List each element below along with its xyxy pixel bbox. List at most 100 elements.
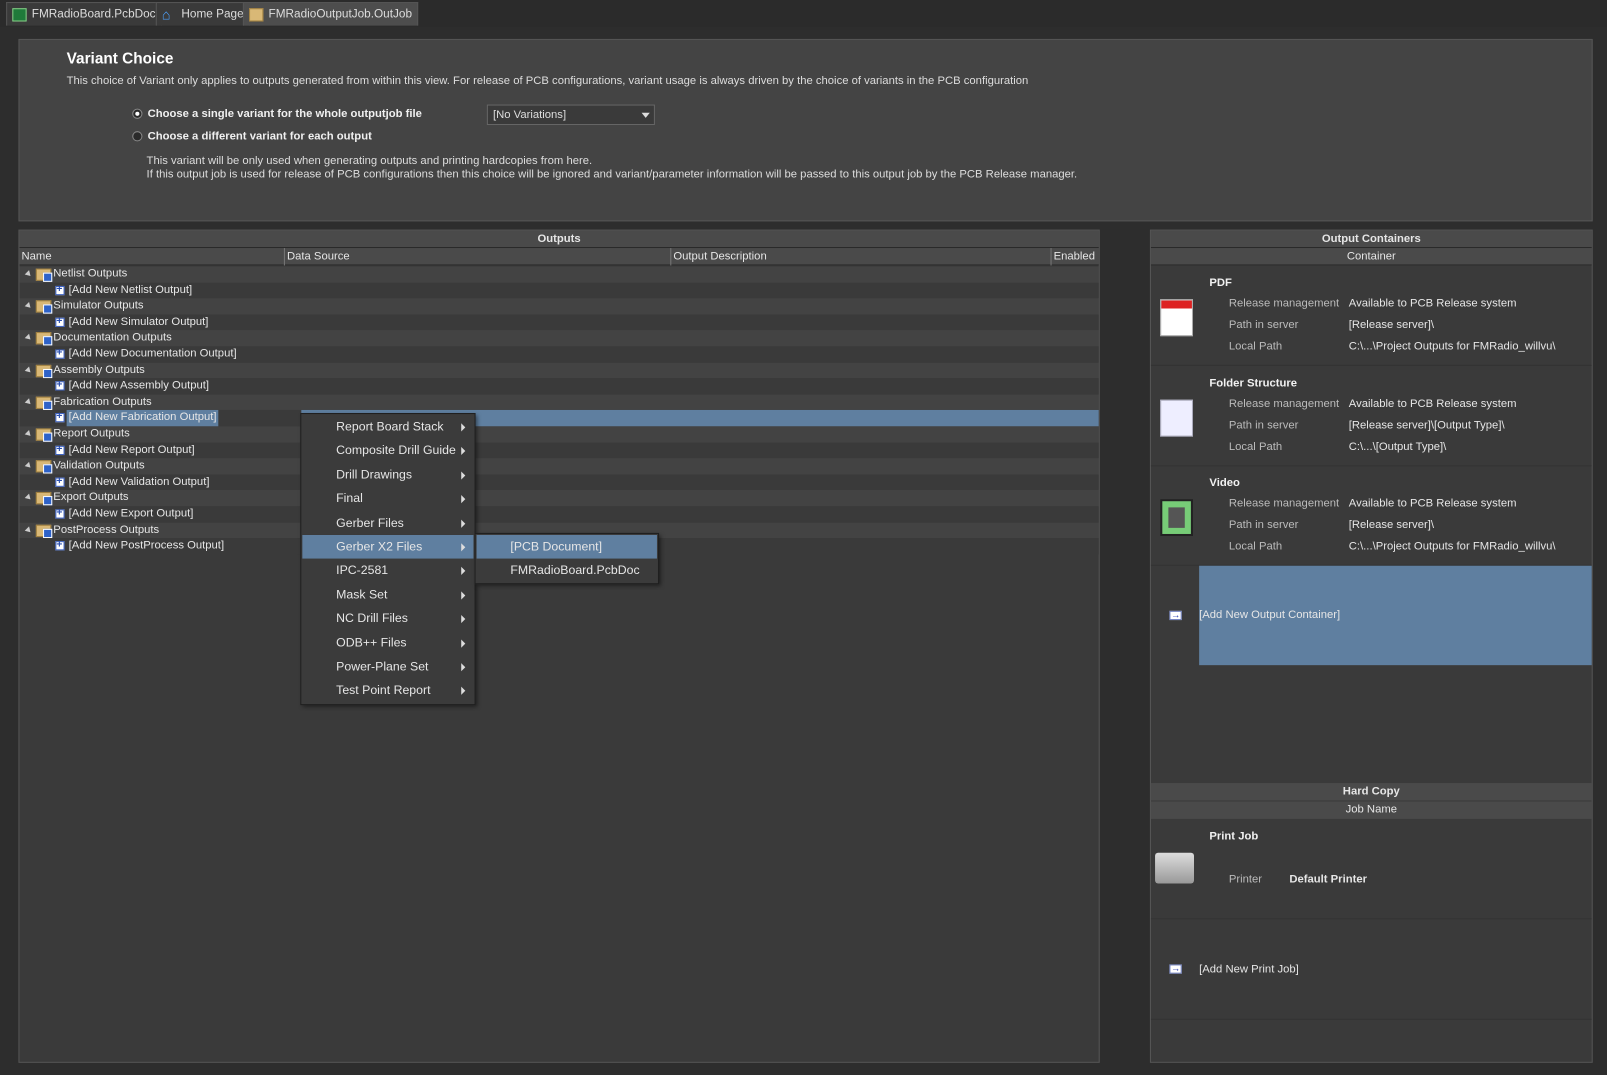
output-group-row[interactable]: Report Outputs (19, 426, 1099, 443)
tab-label: FMRadioOutputJob.OutJob (268, 8, 413, 21)
add-output-row[interactable]: [Add New Documentation Output] (19, 345, 1099, 363)
add-output-link[interactable]: [Add New Simulator Output] (67, 314, 211, 330)
radio-each-variant[interactable] (132, 131, 143, 142)
printer-label: Printer (1228, 873, 1263, 886)
menu-item[interactable]: Gerber X2 Files (302, 534, 474, 559)
add-arrow-icon: → (1169, 609, 1182, 621)
option-single-label[interactable]: Choose a single variant for the whole ou… (148, 108, 422, 120)
menu-item-label: Gerber X2 Files (336, 539, 423, 554)
output-group-row[interactable]: Fabrication Outputs (19, 394, 1099, 411)
add-print-job-row[interactable]: → [Add New Print Job] (1150, 920, 1592, 1020)
submenu-item-pcb-document[interactable]: [PCB Document] (476, 534, 657, 559)
add-output-link[interactable]: [Add New Assembly Output] (67, 378, 211, 394)
column-enabled[interactable]: Enabled (1050, 248, 1095, 266)
add-output-link[interactable]: [Add New Validation Output] (67, 474, 212, 490)
variant-select[interactable]: [No Variations] (486, 104, 655, 126)
menu-item[interactable]: Test Point Report (302, 679, 473, 703)
add-output-link[interactable]: [Add New Report Output] (67, 442, 197, 458)
submenu-arrow-icon (461, 567, 466, 576)
collapse-triangle-icon[interactable] (24, 398, 33, 407)
collapse-triangle-icon[interactable] (24, 366, 33, 375)
release-label: Release management (1228, 497, 1340, 510)
add-icon (55, 409, 65, 425)
collapse-triangle-icon[interactable] (24, 302, 33, 311)
menu-item[interactable]: Power-Plane Set (302, 655, 473, 679)
menu-item-label: NC Drill Files (336, 611, 408, 626)
menu-item[interactable]: Gerber Files (302, 511, 473, 535)
container-name: Video (1209, 476, 1240, 489)
radio-single-variant[interactable] (132, 108, 143, 119)
submenu-item-fmradioboard[interactable]: FMRadioBoard.PcbDoc (477, 559, 657, 583)
output-container-row[interactable]: Video Release management Available to PC… (1150, 466, 1592, 566)
add-output-row[interactable]: [Add New Report Output] (19, 441, 1099, 459)
print-job-title: Print Job (1209, 830, 1259, 843)
add-print-job[interactable]: [Add New Print Job] (1199, 963, 1299, 975)
output-group-row[interactable]: Assembly Outputs (19, 362, 1099, 379)
output-container-row[interactable]: Folder Structure Release management Avai… (1150, 366, 1592, 466)
context-menu: Report Board Stack Composite Drill Guide D… (300, 413, 476, 706)
collapse-triangle-icon[interactable] (24, 462, 33, 470)
add-output-link[interactable]: [Add New Export Output] (67, 506, 196, 522)
add-output-row[interactable]: [Add New Fabrication Output] (19, 409, 1099, 427)
collapse-triangle-icon[interactable] (24, 525, 33, 534)
option-each-label[interactable]: Choose a different variant for each outp… (148, 130, 372, 142)
release-label: Release management (1228, 297, 1340, 310)
menu-item[interactable]: Mask Set (302, 583, 473, 607)
output-container-row[interactable]: PDF Release management Available to PCB … (1150, 266, 1592, 366)
menu-item[interactable]: NC Drill Files (302, 607, 473, 631)
menu-item[interactable]: ODB++ Files (302, 631, 473, 655)
output-group-row[interactable]: Documentation Outputs (19, 330, 1099, 347)
column-output-description[interactable]: Output Description (670, 248, 767, 266)
pcb-icon (12, 7, 27, 22)
collapse-triangle-icon[interactable] (24, 430, 33, 439)
add-output-row[interactable]: [Add New Assembly Output] (19, 377, 1099, 395)
tab-home-page[interactable]: ⌂ Home Page (155, 2, 250, 26)
folder-icon (35, 364, 53, 378)
add-icon (55, 345, 65, 361)
path-server-label: Path in server (1228, 418, 1299, 431)
add-output-link[interactable]: [Add New PostProcess Output] (67, 538, 227, 554)
add-output-row[interactable]: [Add New Simulator Output] (19, 313, 1099, 331)
add-output-container[interactable]: [Add New Output Container] (1199, 565, 1592, 666)
video-icon (1160, 499, 1193, 537)
variant-select-value: [No Variations] (492, 108, 567, 121)
add-output-row[interactable]: [Add New Validation Output] (19, 473, 1099, 491)
printer-value: Default Printer (1289, 873, 1368, 886)
collapse-triangle-icon[interactable] (24, 334, 33, 343)
submenu-arrow-icon (461, 687, 466, 696)
column-data-source[interactable]: Data Source (283, 248, 350, 266)
add-output-row[interactable]: [Add New Netlist Output] (19, 281, 1099, 299)
menu-item-label: ODB++ Files (336, 635, 407, 650)
add-output-link[interactable]: [Add New Netlist Output] (67, 282, 195, 298)
menu-item[interactable]: Drill Drawings (302, 463, 473, 487)
tab-pcbdoc[interactable]: FMRadioBoard.PcbDoc (6, 2, 162, 26)
column-name[interactable]: Name (22, 248, 52, 265)
collapse-triangle-icon[interactable] (24, 270, 33, 279)
submenu-arrow-icon (461, 495, 466, 504)
output-group-row[interactable]: Export Outputs (19, 490, 1099, 507)
submenu-arrow-icon (461, 447, 466, 456)
output-group-row[interactable]: Validation Outputs (19, 458, 1099, 475)
submenu-gerber-x2: [PCB Document] FMRadioBoard.PcbDoc (474, 532, 660, 585)
folder-icon (35, 332, 53, 346)
group-name: Report Outputs (53, 427, 130, 440)
menu-item[interactable]: Composite Drill Guide (302, 439, 473, 463)
local-path-value: C:\...\[Output Type]\ (1348, 440, 1447, 453)
menu-item[interactable]: Report Board Stack (302, 415, 473, 439)
output-group-row[interactable]: Netlist Outputs (19, 266, 1099, 283)
local-path-value: C:\...\Project Outputs for FMRadio_willv… (1348, 340, 1556, 353)
collapse-triangle-icon[interactable] (24, 494, 33, 502)
menu-item-label: Mask Set (336, 587, 388, 602)
tab-outjob[interactable]: FMRadioOutputJob.OutJob (242, 2, 419, 26)
menu-item[interactable]: Final (302, 487, 473, 511)
add-output-link[interactable]: [Add New Documentation Output] (67, 346, 239, 362)
print-job-row[interactable]: Print Job Printer Default Printer (1150, 820, 1592, 920)
menu-item[interactable]: IPC-2581 (302, 559, 473, 583)
add-output-container-row[interactable]: → [Add New Output Container] (1151, 565, 1592, 666)
path-server-value: [Release server]\ (1348, 518, 1434, 531)
add-output-link[interactable]: [Add New Fabrication Output] (66, 410, 219, 427)
group-name: Export Outputs (53, 491, 129, 504)
output-group-row[interactable]: Simulator Outputs (19, 298, 1099, 315)
add-output-row[interactable]: [Add New Export Output] (19, 505, 1099, 523)
release-value: Available to PCB Release system (1348, 397, 1517, 410)
